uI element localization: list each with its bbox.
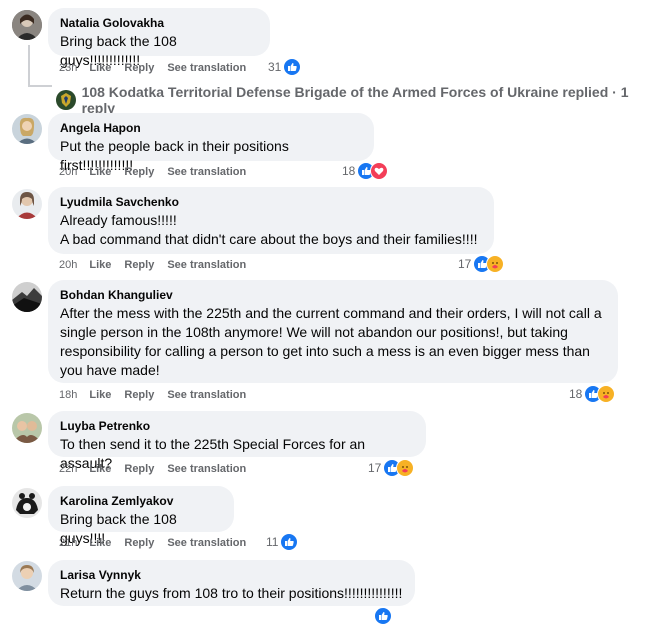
- comment-text: Return the guys from 108 tro to their po…: [60, 585, 403, 601]
- reaction-summary[interactable]: 11: [266, 533, 299, 551]
- like-button[interactable]: Like: [89, 165, 111, 179]
- reaction-summary[interactable]: 18: [342, 162, 389, 180]
- comment-time[interactable]: 22h: [59, 462, 77, 476]
- comment-author[interactable]: Lyudmila Savchenko: [60, 194, 482, 210]
- avatar[interactable]: [12, 10, 42, 40]
- like-button[interactable]: Like: [89, 258, 111, 272]
- like-button[interactable]: Like: [89, 388, 111, 402]
- avatar[interactable]: [12, 114, 42, 144]
- comment-actions: 18h Like Reply See translation: [59, 388, 259, 402]
- avatar[interactable]: [12, 413, 42, 443]
- comment-time[interactable]: 18h: [59, 388, 77, 402]
- brigade-emblem-icon: [56, 90, 76, 110]
- comment-text: single person in the 108th anymore! We w…: [60, 324, 568, 340]
- see-translation-link[interactable]: See translation: [167, 258, 246, 272]
- reaction-count: 17: [368, 461, 382, 475]
- comment-text: responsibility for calling a person to g…: [60, 343, 590, 359]
- comment-bubble: Bohdan Khanguliev After the mess with th…: [48, 280, 618, 383]
- reaction-count: 31: [268, 60, 282, 74]
- see-translation-link[interactable]: See translation: [167, 536, 246, 550]
- care-reaction-icon: [396, 459, 415, 477]
- care-reaction-icon: [486, 255, 505, 273]
- reaction-summary[interactable]: 17: [458, 255, 505, 273]
- reply-button[interactable]: Reply: [124, 61, 154, 75]
- comment-actions: 22h Like Reply See translation: [59, 462, 259, 476]
- comment-author[interactable]: Angela Hapon: [60, 120, 362, 136]
- comment-bubble: Angela Hapon Put the people back in thei…: [48, 113, 374, 173]
- comment-text: Already famous!!!!!: [60, 212, 177, 228]
- reaction-summary[interactable]: 31: [268, 58, 302, 76]
- reply-button[interactable]: Reply: [124, 165, 154, 179]
- comment-actions: 20h Like Reply See translation: [59, 258, 259, 272]
- comment-time[interactable]: 23h: [59, 61, 77, 75]
- avatar[interactable]: [12, 488, 42, 518]
- reply-button[interactable]: Reply: [124, 462, 154, 476]
- comment-bubble: Lyudmila Savchenko Already famous!!!!! A…: [48, 187, 494, 254]
- see-translation-link[interactable]: See translation: [167, 388, 246, 402]
- comment-bubble: Karolina Zemlyakov Bring back the 108 gu…: [48, 486, 234, 546]
- reaction-count: 18: [569, 387, 583, 401]
- avatar[interactable]: [12, 561, 42, 591]
- reaction-summary[interactable]: 17: [368, 459, 415, 477]
- like-reaction-icon: [280, 533, 299, 551]
- reaction-count: 17: [458, 257, 472, 271]
- thread-line: [28, 45, 30, 87]
- comment-text: you have made!: [60, 362, 160, 378]
- comment-author[interactable]: Natalia Golovakha: [60, 15, 258, 31]
- comment-actions: 20h Like Reply See translation: [59, 165, 259, 179]
- see-translation-link[interactable]: See translation: [167, 462, 246, 476]
- comment-text: After the mess with the 225th and the cu…: [60, 305, 602, 321]
- view-replies-link[interactable]: 108 Kodatka Territorial Defense Brigade …: [56, 84, 653, 116]
- like-reaction-icon: [374, 607, 392, 625]
- reply-button[interactable]: Reply: [124, 536, 154, 550]
- like-button[interactable]: Like: [89, 61, 111, 75]
- comment-bubble: Larisa Vynnyk Return the guys from 108 t…: [48, 560, 415, 606]
- see-translation-link[interactable]: See translation: [167, 165, 246, 179]
- avatar[interactable]: [12, 189, 42, 219]
- avatar[interactable]: [12, 282, 42, 312]
- comment-author[interactable]: Bohdan Khanguliev: [60, 287, 606, 303]
- comment-time[interactable]: 20h: [59, 258, 77, 272]
- reaction-summary[interactable]: [374, 607, 392, 625]
- comment-actions: 21h Like Reply See translation: [59, 536, 259, 550]
- reaction-count: 11: [266, 535, 279, 549]
- comment-author[interactable]: Larisa Vynnyk: [60, 567, 403, 583]
- reaction-count: 18: [342, 164, 356, 178]
- replies-text: 108 Kodatka Territorial Defense Brigade …: [81, 84, 629, 116]
- reaction-summary[interactable]: 18: [569, 385, 616, 403]
- comment-actions: 23h Like Reply See translation: [59, 61, 259, 75]
- like-reaction-icon: [283, 58, 302, 76]
- comment-author[interactable]: Luyba Petrenko: [60, 418, 414, 434]
- comment-bubble: Natalia Golovakha Bring back the 108 guy…: [48, 8, 270, 68]
- like-button[interactable]: Like: [89, 536, 111, 550]
- comment-text: A bad command that didn't care about the…: [60, 231, 478, 247]
- like-button[interactable]: Like: [89, 462, 111, 476]
- comment-author[interactable]: Karolina Zemlyakov: [60, 493, 222, 509]
- comment-time[interactable]: 20h: [59, 165, 77, 179]
- comment-time[interactable]: 21h: [59, 536, 77, 550]
- see-translation-link[interactable]: See translation: [167, 61, 246, 75]
- thread-branch: [28, 85, 52, 87]
- love-reaction-icon: [370, 162, 389, 180]
- care-reaction-icon: [597, 385, 616, 403]
- comment-bubble: Luyba Petrenko To then send it to the 22…: [48, 411, 426, 471]
- reply-button[interactable]: Reply: [124, 388, 154, 402]
- reply-button[interactable]: Reply: [124, 258, 154, 272]
